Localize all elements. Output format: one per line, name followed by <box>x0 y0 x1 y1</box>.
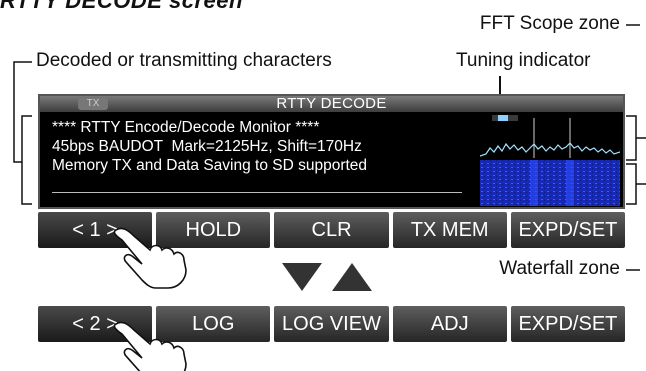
decoded-text-underline <box>52 192 462 193</box>
waterfall <box>480 160 620 206</box>
adj-button[interactable]: ADJ <box>392 306 507 342</box>
rtty-decode-screen: TX RTTY DECODE **** RTTY Encode/Decode M… <box>38 94 625 209</box>
swap-arrows-icon <box>282 263 372 291</box>
expd-set-button[interactable]: EXPD/SET <box>510 212 626 248</box>
expd-set-button-2[interactable]: EXPD/SET <box>510 306 626 342</box>
tuning-indicator-marker <box>498 115 508 121</box>
clr-button[interactable]: CLR <box>274 212 389 248</box>
fft-trace <box>479 142 621 157</box>
log-view-button[interactable]: LOG VIEW <box>274 306 389 342</box>
fft-scope-waterfall <box>479 114 621 206</box>
tap-hand-icon-2 <box>113 321 187 371</box>
screen-title: RTTY DECODE <box>276 95 387 112</box>
tx-mem-button[interactable]: TX MEM <box>392 212 507 248</box>
scope-graph <box>479 115 621 206</box>
tap-hand-icon <box>113 227 187 289</box>
decoded-text-area: **** RTTY Encode/Decode Monitor **** 45b… <box>52 119 368 174</box>
